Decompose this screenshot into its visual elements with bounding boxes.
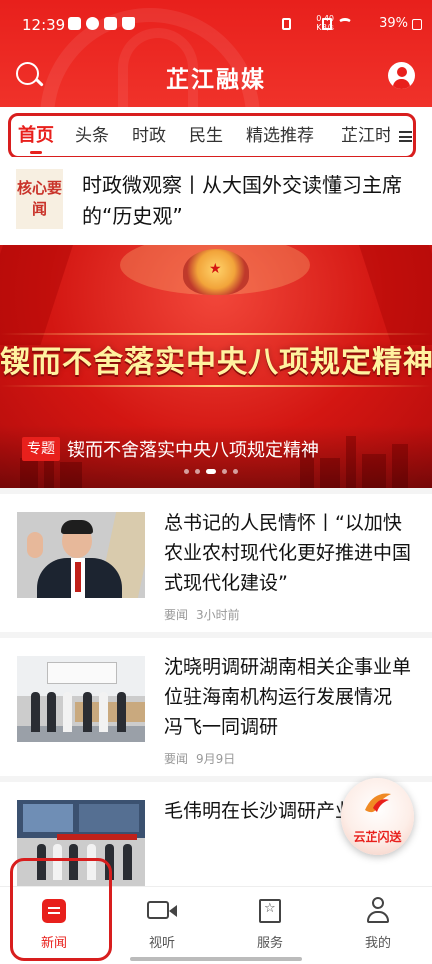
banner-line-top xyxy=(0,333,432,335)
bird-logo-icon xyxy=(365,793,391,813)
user-profile-icon-body xyxy=(393,79,410,89)
nav-highlight-outline xyxy=(10,858,112,961)
video-icon-lens xyxy=(169,905,177,917)
nfc-icon xyxy=(322,18,332,30)
nav-video[interactable]: 视听 xyxy=(108,887,216,964)
wifi-icon xyxy=(338,18,352,28)
banner-flag-right xyxy=(352,245,432,345)
carousel-dot xyxy=(184,469,189,474)
tabs-highlight-outline xyxy=(8,113,416,159)
carousel-dot-active xyxy=(206,469,216,474)
thumbnail-person-hair xyxy=(61,520,93,534)
banner-flag-left xyxy=(0,245,80,345)
nav-mine-label: 我的 xyxy=(364,936,391,951)
thumbnail-person-tie xyxy=(75,562,81,592)
video-icon xyxy=(147,901,169,919)
thumbnail-person xyxy=(99,692,108,732)
user-profile-icon xyxy=(396,67,407,77)
battery-icon xyxy=(412,19,422,30)
national-emblem-icon: ★ xyxy=(183,249,249,295)
mail-notification-icon xyxy=(104,17,117,30)
thumbnail-banner xyxy=(57,834,137,840)
vibrate-icon xyxy=(282,18,291,30)
banner-line-bottom xyxy=(0,385,432,387)
thumbnail-screen xyxy=(79,804,139,832)
key-news-title: 时政微观察丨从大国外交读懂习主席的“历史观” xyxy=(82,173,402,228)
thumbnail-person xyxy=(63,692,72,732)
express-delivery-label: 云芷闪送 xyxy=(353,830,402,844)
user-icon xyxy=(367,897,389,925)
home-indicator[interactable] xyxy=(130,957,302,961)
news-category: 要闻 xyxy=(164,752,189,766)
service-icon: ☆ xyxy=(259,899,281,923)
news-category: 要闻 xyxy=(164,608,189,622)
status-time: 12:39 xyxy=(22,16,66,34)
app-notification-icon xyxy=(86,17,99,30)
nav-service-label: 服务 xyxy=(256,936,283,951)
news-title: 沈晓明调研湖南相关企事业单位驻海南机构运行发展情况 冯飞一同调研 xyxy=(164,656,412,738)
thumbnail-person xyxy=(47,692,56,732)
carousel-dot xyxy=(222,469,227,474)
news-list-item[interactable]: 沈晓明调研湖南相关企事业单位驻海南机构运行发展情况 冯飞一同调研 要闻 9月9日 xyxy=(0,638,432,776)
express-delivery-float-button[interactable]: 云芷闪送 xyxy=(341,778,414,855)
news-meta: 要闻 3小时前 xyxy=(164,606,240,623)
channel-tabs: 首页 头条 时政 民生 精选推荐 芷江时 xyxy=(0,107,432,159)
app-title: 芷江融媒 xyxy=(166,67,266,93)
user-profile-button[interactable] xyxy=(388,62,415,89)
nav-mine[interactable]: 我的 xyxy=(324,887,432,964)
key-news-badge: 核心要闻 xyxy=(16,169,63,229)
thumbnail-person xyxy=(83,692,92,732)
status-bar: 12:39 0.40 KB/s 39% xyxy=(0,0,432,48)
thumbnail-screen xyxy=(47,662,117,684)
news-time: 9月9日 xyxy=(196,752,236,766)
service-icon-star: ☆ xyxy=(264,901,276,916)
carousel-dot xyxy=(195,469,200,474)
app-screen: 12:39 0.40 KB/s 39% 芷江融媒 首页 头条 时政 民生 精选推… xyxy=(0,0,432,964)
battery-level: 39% xyxy=(379,16,408,31)
thumbnail-person xyxy=(123,844,132,880)
thumbnail-person xyxy=(31,692,40,732)
nav-service[interactable]: ☆ 服务 xyxy=(216,887,324,964)
nav-video-label: 视听 xyxy=(148,936,175,951)
app-header: 12:39 0.40 KB/s 39% 芷江融媒 xyxy=(0,0,432,107)
banner-title: 锲而不舍落实中央八项规定精神 xyxy=(0,345,432,380)
thumbnail-person xyxy=(117,692,126,732)
news-title: 总书记的人民情怀丨“以加快农业农村现代化更好推进中国式现代化建设” xyxy=(164,512,412,594)
news-thumbnail xyxy=(17,512,145,598)
banner-caption: 锲而不舍落实中央八项规定精神 xyxy=(67,440,319,461)
tiktok-notification-icon xyxy=(68,17,81,30)
thumbnail-person-hand xyxy=(27,532,43,558)
crown-notification-icon xyxy=(122,17,135,30)
user-icon-body xyxy=(367,911,389,923)
carousel-dot xyxy=(233,469,238,474)
topic-badge: 专题 xyxy=(22,437,60,461)
star-icon: ★ xyxy=(209,261,222,277)
news-time: 3小时前 xyxy=(196,608,240,622)
user-icon-head xyxy=(372,897,384,909)
feature-banner[interactable]: ★ 锲而不舍落实中央八项规定精神 专题 锲而不舍落实中央八项规定精神 xyxy=(0,245,432,488)
key-news-item[interactable]: 核心要闻 时政微观察丨从大国外交读懂习主席的“历史观” xyxy=(0,157,432,245)
news-thumbnail xyxy=(17,656,145,742)
news-meta: 要闻 9月9日 xyxy=(164,750,235,767)
thumbnail-screen xyxy=(23,804,73,832)
news-list-item[interactable]: 总书记的人民情怀丨“以加快农业农村现代化更好推进中国式现代化建设” 要闻 3小时前 xyxy=(0,494,432,632)
